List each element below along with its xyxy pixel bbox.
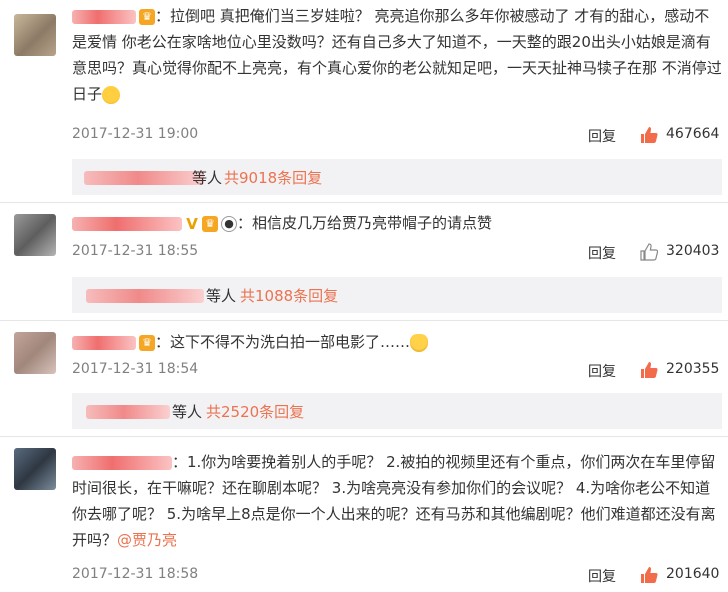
reply-button[interactable]: 回复 (588, 243, 616, 263)
reply-button[interactable]: 回复 (588, 566, 616, 586)
username-redacted[interactable] (72, 455, 172, 470)
total-replies-link[interactable]: 共1088条回复 (240, 285, 338, 306)
sub-replies[interactable]: 等人 共2520条回复 (72, 393, 722, 429)
like-count: 201640 (666, 566, 720, 582)
thumbs-up-icon (641, 567, 658, 583)
timestamp: 2017-12-31 18:58 (72, 566, 199, 582)
sub-replies[interactable]: 等人 共9018条回复 (72, 159, 722, 195)
panda-icon: ● (221, 215, 237, 232)
reply-username-redacted[interactable] (84, 171, 204, 185)
vip-crown-icon: ♛ (202, 215, 218, 232)
comment-text: ♛ ：这下不得不为洗白拍一部电影了…… (72, 329, 722, 355)
avatar[interactable] (14, 14, 56, 56)
timestamp: 2017-12-31 19:00 (72, 126, 199, 142)
comment-meta: 2017-12-31 19:00 回复 467664 (72, 126, 722, 146)
reply-button[interactable]: 回复 (588, 361, 616, 381)
laughing-emoji-icon (102, 85, 121, 104)
reply-username-redacted[interactable] (86, 405, 170, 419)
vip-crown-icon: ♛ (139, 334, 155, 351)
username-redacted[interactable] (72, 335, 136, 350)
divider (0, 202, 728, 203)
thumbs-up-icon (641, 127, 658, 143)
mention-link[interactable]: @贾乃亮 (117, 531, 177, 549)
comment-meta: 2017-12-31 18:55 回复 320403 (72, 243, 722, 263)
total-replies-link[interactable]: 共9018条回复 (224, 167, 322, 188)
like-count: 320403 (666, 243, 720, 259)
and-others-label: 等人 (192, 169, 223, 187)
comment-meta: 2017-12-31 18:58 回复 201640 (72, 566, 722, 586)
sub-replies[interactable]: 等人 共1088条回复 (72, 277, 722, 313)
username-redacted[interactable] (72, 9, 136, 24)
like-count: 220355 (666, 361, 720, 377)
avatar[interactable] (14, 448, 56, 490)
comment-text: ：1.你为啥要挽着别人的手呢？ 2.被拍的视频里还有个重点，你们两次在车里停留时… (72, 453, 716, 549)
total-replies-link[interactable]: 共2520条回复 (206, 401, 304, 422)
like-count: 467664 (666, 126, 720, 142)
reply-button[interactable]: 回复 (588, 126, 616, 146)
verified-v-icon: V (186, 214, 198, 233)
man-emoji-icon (410, 333, 429, 352)
avatar[interactable] (14, 214, 56, 256)
and-others-label: 等人 (172, 403, 203, 421)
reply-username-redacted[interactable] (86, 289, 204, 303)
divider (0, 320, 728, 321)
and-others-label: 等人 (206, 287, 237, 305)
comment-text: V ♛ ● ：相信皮几万给贾乃亮带帽子的请点赞 (72, 210, 722, 236)
vip-crown-icon: ♛ (139, 8, 155, 25)
timestamp: 2017-12-31 18:55 (72, 243, 199, 259)
thumbs-up-icon (641, 362, 658, 378)
comment-text: ♛ ：拉倒吧 真把俺们当三岁娃啦？ 亮亮追你那么多年你被感动了 才有的甜心，感动不… (72, 7, 722, 104)
username-redacted[interactable] (72, 216, 182, 231)
timestamp: 2017-12-31 18:54 (72, 361, 199, 377)
thumbs-up-icon (640, 243, 658, 261)
divider (0, 436, 728, 437)
comment-meta: 2017-12-31 18:54 回复 220355 (72, 361, 722, 381)
avatar[interactable] (14, 332, 56, 374)
